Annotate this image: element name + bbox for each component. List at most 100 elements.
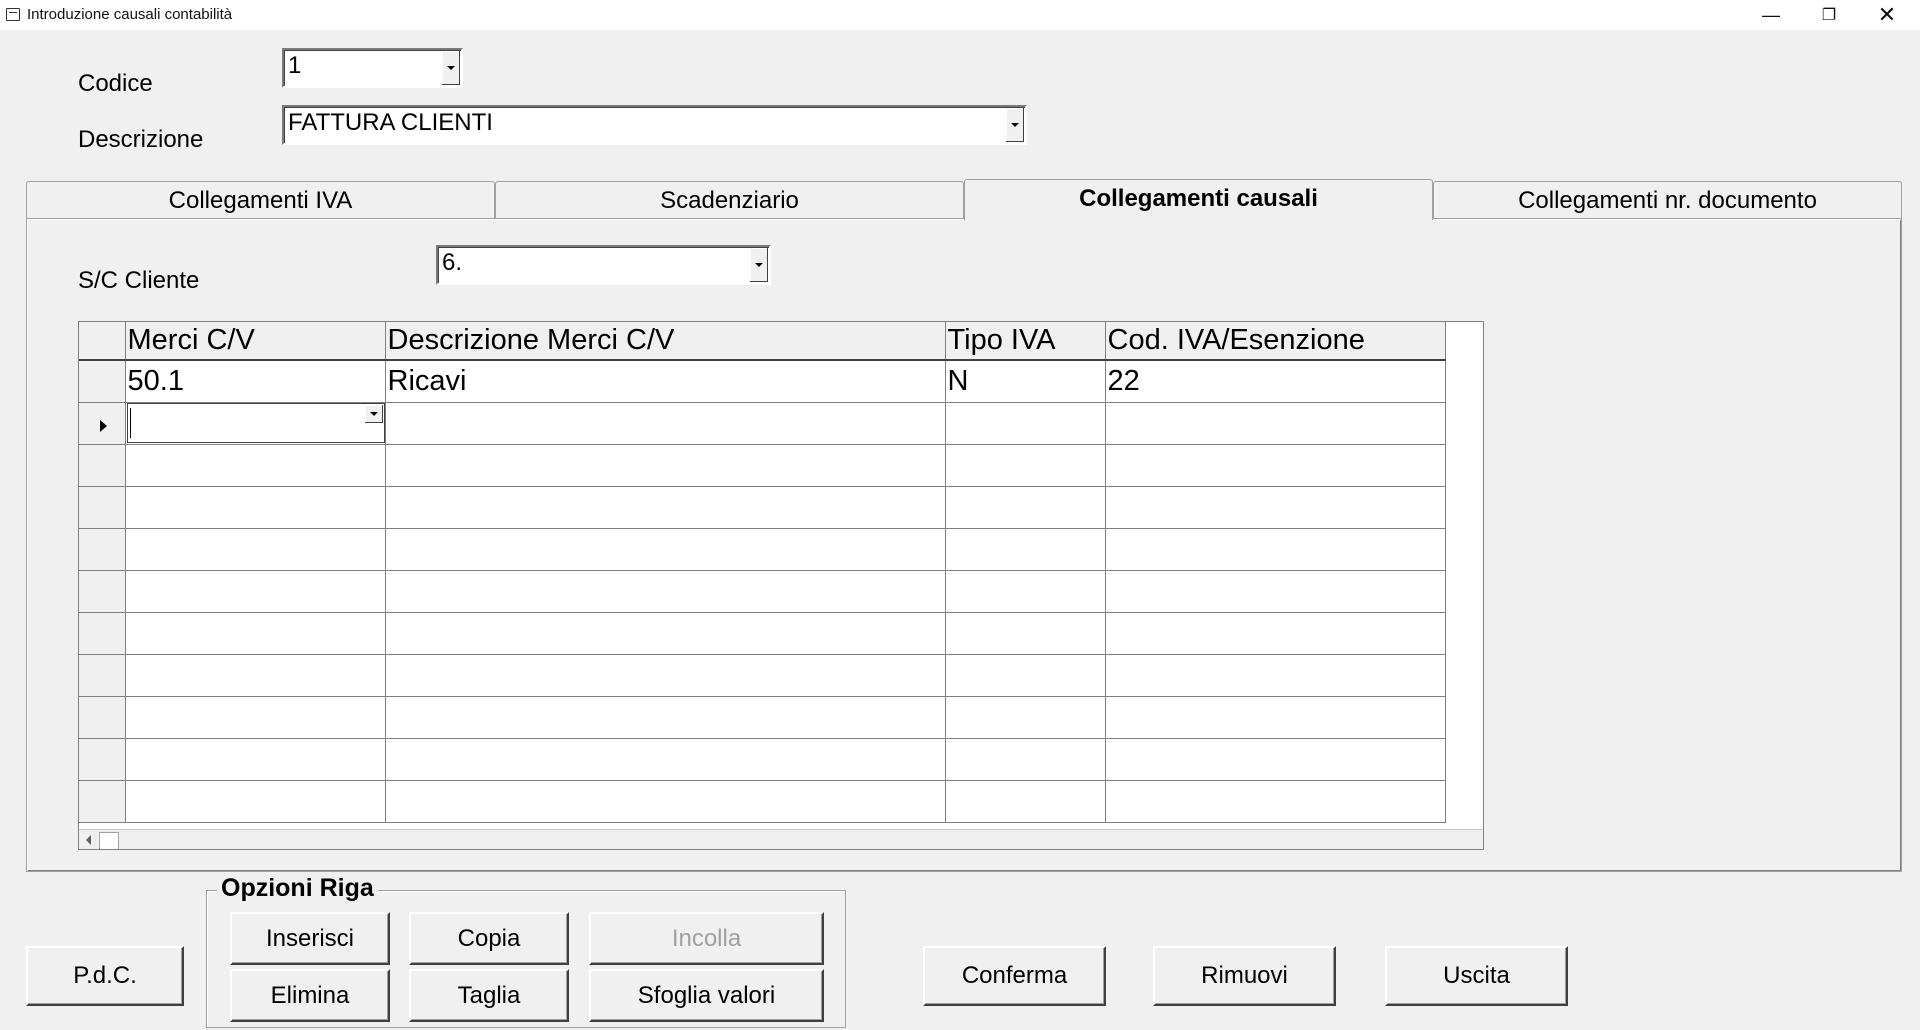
grid-cell[interactable] bbox=[125, 444, 386, 487]
column-header[interactable]: Merci C/V bbox=[125, 322, 386, 361]
delete-button[interactable]: Elimina bbox=[230, 969, 390, 1022]
cell-editor-combo[interactable] bbox=[127, 403, 385, 443]
grid-cell[interactable] bbox=[385, 570, 946, 613]
grid-cell[interactable] bbox=[385, 486, 946, 529]
grid-cell[interactable] bbox=[1105, 780, 1446, 823]
grid-cell[interactable] bbox=[1105, 654, 1446, 697]
chevron-down-icon[interactable] bbox=[365, 405, 383, 423]
tab-collegamenti-nr-documento[interactable]: Collegamenti nr. documento bbox=[1433, 181, 1902, 219]
grid-cell[interactable] bbox=[1105, 528, 1446, 571]
table-row[interactable] bbox=[79, 738, 1446, 781]
row-selector[interactable] bbox=[79, 570, 126, 613]
grid-cell[interactable] bbox=[125, 528, 386, 571]
table-row[interactable] bbox=[79, 570, 1446, 613]
grid-table: Merci C/V Descrizione Merci C/V Tipo IVA Co… bbox=[79, 322, 1446, 823]
grid-cell[interactable] bbox=[945, 780, 1106, 823]
descrizione-value: FATTURA CLIENTI bbox=[288, 109, 493, 136]
column-header[interactable]: Descrizione Merci C/V bbox=[385, 322, 946, 361]
tab-collegamenti-causali[interactable]: Collegamenti causali bbox=[964, 179, 1433, 220]
descrizione-combo[interactable]: FATTURA CLIENTI bbox=[282, 105, 1027, 145]
grid-cell[interactable] bbox=[945, 696, 1106, 739]
grid-cell[interactable] bbox=[1105, 570, 1446, 613]
grid-cell[interactable] bbox=[125, 696, 386, 739]
grid-cell[interactable] bbox=[125, 738, 386, 781]
minimize-button[interactable]: — bbox=[1742, 0, 1800, 30]
grid-cell[interactable] bbox=[945, 486, 1106, 529]
browse-values-button[interactable]: Sfoglia valori bbox=[589, 969, 824, 1022]
grid-cell[interactable]: N bbox=[945, 360, 1106, 403]
grid-cell[interactable] bbox=[385, 444, 946, 487]
pdc-button[interactable]: P.d.C. bbox=[26, 946, 184, 1006]
restore-button[interactable]: ❐ bbox=[1800, 0, 1858, 30]
grid-cell[interactable] bbox=[385, 696, 946, 739]
grid-cell[interactable]: 22 bbox=[1105, 360, 1446, 403]
insert-button[interactable]: Inserisci bbox=[230, 912, 390, 965]
chevron-down-icon[interactable] bbox=[749, 248, 768, 282]
grid-cell[interactable] bbox=[945, 444, 1106, 487]
data-grid[interactable]: Merci C/V Descrizione Merci C/V Tipo IVA Co… bbox=[78, 321, 1484, 850]
row-selector[interactable] bbox=[79, 738, 126, 781]
column-header[interactable]: Cod. IVA/Esenzione bbox=[1105, 322, 1446, 361]
remove-button[interactable]: Rimuovi bbox=[1153, 946, 1336, 1006]
table-row[interactable] bbox=[79, 528, 1446, 571]
grid-cell[interactable] bbox=[125, 570, 386, 613]
table-row[interactable] bbox=[79, 780, 1446, 823]
sc-cliente-combo[interactable]: 6. bbox=[436, 245, 771, 285]
paste-label: Incolla bbox=[671, 924, 742, 952]
row-selector[interactable] bbox=[79, 780, 126, 823]
copy-button[interactable]: Copia bbox=[409, 912, 569, 965]
chevron-down-icon[interactable] bbox=[441, 51, 460, 85]
row-selector[interactable] bbox=[79, 528, 126, 571]
grid-cell[interactable] bbox=[1105, 486, 1446, 529]
grid-cell[interactable] bbox=[125, 780, 386, 823]
table-row[interactable] bbox=[79, 612, 1446, 655]
close-button[interactable]: ✕ bbox=[1858, 0, 1916, 30]
cut-button[interactable]: Taglia bbox=[409, 969, 569, 1022]
grid-cell[interactable] bbox=[945, 738, 1106, 781]
grid-cell[interactable] bbox=[945, 528, 1106, 571]
grid-cell[interactable] bbox=[1105, 696, 1446, 739]
confirm-button[interactable]: Conferma bbox=[923, 946, 1106, 1006]
table-row[interactable] bbox=[79, 654, 1446, 697]
grid-cell[interactable] bbox=[1105, 738, 1446, 781]
chevron-down-icon[interactable] bbox=[1005, 108, 1024, 142]
row-selector[interactable] bbox=[79, 360, 126, 403]
grid-cell[interactable] bbox=[1105, 402, 1446, 445]
scroll-thumb[interactable] bbox=[99, 832, 119, 849]
grid-cell[interactable]: Ricavi bbox=[385, 360, 946, 403]
grid-cell[interactable] bbox=[945, 612, 1106, 655]
grid-cell[interactable] bbox=[385, 528, 946, 571]
grid-cell[interactable] bbox=[945, 654, 1106, 697]
table-row[interactable] bbox=[79, 486, 1446, 529]
grid-cell[interactable] bbox=[1105, 444, 1446, 487]
row-selector[interactable] bbox=[79, 402, 126, 445]
tab-scadenziario[interactable]: Scadenziario bbox=[495, 181, 964, 219]
grid-cell[interactable] bbox=[385, 780, 946, 823]
grid-cell[interactable]: 50.1 bbox=[125, 360, 386, 403]
grid-cell[interactable] bbox=[125, 486, 386, 529]
grid-cell[interactable] bbox=[1105, 612, 1446, 655]
horizontal-scrollbar[interactable] bbox=[79, 829, 1483, 849]
grid-cell[interactable] bbox=[385, 654, 946, 697]
row-selector[interactable] bbox=[79, 612, 126, 655]
row-selector[interactable] bbox=[79, 444, 126, 487]
grid-cell[interactable] bbox=[125, 612, 386, 655]
codice-combo[interactable]: 1 bbox=[282, 48, 463, 88]
grid-cell[interactable] bbox=[385, 738, 946, 781]
table-row[interactable] bbox=[79, 444, 1446, 487]
table-row[interactable]: 50.1 Ricavi N 22 bbox=[79, 360, 1446, 403]
tab-collegamenti-iva[interactable]: Collegamenti IVA bbox=[26, 181, 495, 219]
row-selector[interactable] bbox=[79, 486, 126, 529]
grid-cell[interactable] bbox=[945, 570, 1106, 613]
grid-cell[interactable] bbox=[385, 612, 946, 655]
column-header[interactable]: Tipo IVA bbox=[945, 322, 1106, 361]
row-selector[interactable] bbox=[79, 654, 126, 697]
row-selector[interactable] bbox=[79, 696, 126, 739]
grid-cell[interactable] bbox=[385, 402, 946, 445]
table-row[interactable] bbox=[79, 696, 1446, 739]
exit-button[interactable]: Uscita bbox=[1385, 946, 1568, 1006]
grid-cell[interactable] bbox=[945, 402, 1106, 445]
grid-cell[interactable] bbox=[125, 654, 386, 697]
paste-button[interactable]: Incolla bbox=[589, 912, 824, 965]
sc-cliente-value: 6. bbox=[442, 249, 463, 276]
